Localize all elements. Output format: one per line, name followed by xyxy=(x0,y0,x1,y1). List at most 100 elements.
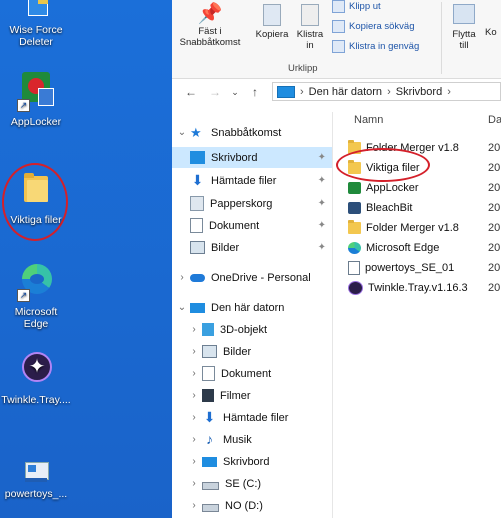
file-row[interactable]: powertoys_SE_01 20 xyxy=(348,258,501,278)
file-row[interactable]: Microsoft Edge 20 xyxy=(348,238,501,258)
nav-this-pc[interactable]: ⌄ Den här datorn xyxy=(172,297,332,318)
recent-dropdown-icon[interactable]: ⌄ xyxy=(228,87,242,98)
desktop-icon-label: powertoys_... xyxy=(4,488,68,500)
file-name: AppLocker xyxy=(366,182,419,194)
nav-item-3d-objects[interactable]: › 3D-objekt xyxy=(172,319,332,340)
nav-onedrive[interactable]: › OneDrive - Personal xyxy=(172,267,332,288)
nav-label: Papperskorg xyxy=(210,197,273,210)
nav-item-pc-downloads[interactable]: › ⬇ Hämtade filer xyxy=(172,407,332,428)
nav-item-drive-d[interactable]: › NO (D:) xyxy=(172,495,332,516)
pin-quick-access-button[interactable]: 📌 Fäst i Snabbåtkomst xyxy=(178,2,242,48)
desktop-icon xyxy=(202,456,217,467)
nav-item-pc-desktop[interactable]: › Skrivbord xyxy=(172,451,332,472)
nav-label: Dokument xyxy=(209,219,260,232)
chevron-right-icon[interactable]: › xyxy=(188,434,200,445)
desktop-icon-applocker[interactable]: ↗ AppLocker xyxy=(0,72,72,128)
up-icon[interactable]: ↑ xyxy=(248,85,262,99)
annotation-circle xyxy=(336,148,430,182)
nav-item-recycle-bin[interactable]: Papperskorg ✦ xyxy=(172,193,332,214)
address-bar[interactable]: › Den här datorn › Skrivbord › xyxy=(272,82,501,101)
breadcrumb-separator-icon: › xyxy=(387,85,391,98)
scissors-icon xyxy=(332,0,345,13)
nav-item-music[interactable]: › ♪ Musik xyxy=(172,429,332,450)
nav-item-documents[interactable]: Dokument ✦ xyxy=(172,215,332,236)
copy-to-button[interactable]: Ko xyxy=(485,27,501,38)
paste-label: Klistra xyxy=(296,29,324,40)
nav-label: Dokument xyxy=(221,367,272,380)
wise-force-deleter-icon xyxy=(16,0,56,20)
drive-icon xyxy=(202,503,219,512)
nav-item-pc-documents[interactable]: › Dokument xyxy=(172,363,332,384)
chevron-down-icon[interactable]: ⌄ xyxy=(176,127,188,138)
pin-icon[interactable]: ✦ xyxy=(318,242,326,253)
desktop-icon-microsoft-edge[interactable]: ↗ Microsoft Edge xyxy=(0,262,72,330)
nav-label: NO (D:) xyxy=(225,499,263,512)
nav-item-desktop[interactable]: Skrivbord ✦ xyxy=(172,147,332,168)
desktop-icon-wise-force-deleter[interactable]: Wise Force Deleter xyxy=(0,0,72,48)
chevron-right-icon[interactable]: › xyxy=(188,412,200,423)
paste-label: in xyxy=(306,40,314,51)
file-name: BleachBit xyxy=(366,202,413,214)
back-icon[interactable]: ← xyxy=(184,85,198,99)
chevron-right-icon[interactable]: › xyxy=(188,390,200,401)
pin-icon[interactable]: ✦ xyxy=(318,220,326,231)
nav-label: Skrivbord xyxy=(211,151,258,164)
copy-path-button[interactable]: Kopiera sökväg xyxy=(332,20,414,33)
chevron-right-icon[interactable]: › xyxy=(188,324,200,335)
installer-icon xyxy=(16,458,56,484)
nav-item-downloads[interactable]: ⬇ Hämtade filer ✦ xyxy=(172,170,332,191)
cut-button[interactable]: Klipp ut xyxy=(332,0,381,13)
document-icon xyxy=(190,218,203,233)
pin-icon[interactable]: ✦ xyxy=(318,152,326,163)
column-header-date[interactable]: Da xyxy=(488,114,501,126)
clipboard-group-label: Urklipp xyxy=(288,63,318,74)
chevron-down-icon[interactable]: ⌄ xyxy=(176,302,188,313)
column-header-name[interactable]: Namn xyxy=(354,114,383,126)
forward-icon[interactable]: → xyxy=(208,85,222,99)
chevron-right-icon[interactable]: › xyxy=(188,500,200,511)
pin-label: Fäst i xyxy=(198,26,222,37)
nav-label: Snabbåtkomst xyxy=(211,126,282,139)
nav-item-videos[interactable]: › Filmer xyxy=(172,385,332,406)
nav-item-pc-pictures[interactable]: › Bilder xyxy=(172,341,332,362)
nav-label: Den här datorn xyxy=(211,301,285,314)
file-date: 20 xyxy=(488,222,501,234)
file-row[interactable]: BleachBit 20 xyxy=(348,198,501,218)
file-row[interactable]: AppLocker 20 xyxy=(348,178,501,198)
desktop-icon-twinkle-tray[interactable]: ✦ Twinkle.Tray.... xyxy=(0,350,72,406)
chevron-right-icon[interactable]: › xyxy=(188,368,200,379)
chevron-right-icon[interactable]: › xyxy=(188,456,200,467)
file-date: 20 xyxy=(488,282,501,294)
music-icon: ♪ xyxy=(206,431,213,447)
desktop-icon-powertoys[interactable]: powertoys_... xyxy=(0,458,72,500)
copy-path-icon xyxy=(332,20,345,33)
navigation-bar: ← → ⌄ ↑ › Den här datorn › Skrivbord › xyxy=(172,79,501,105)
chevron-right-icon[interactable]: › xyxy=(188,478,200,489)
file-row[interactable]: Folder Merger v1.8 20 xyxy=(348,218,501,238)
nav-label: Hämtade filer xyxy=(223,411,289,424)
pictures-icon xyxy=(190,241,205,254)
paste-shortcut-button[interactable]: Klistra in genväg xyxy=(332,40,419,53)
nav-quick-access[interactable]: ⌄ ★ Snabbåtkomst xyxy=(172,122,332,143)
pin-icon[interactable]: ✦ xyxy=(318,198,326,209)
folder-icon xyxy=(348,220,361,234)
move-to-button[interactable]: Flytta till xyxy=(446,2,482,51)
desktop-icon-viktiga-filer[interactable]: Viktiga filer xyxy=(0,170,72,226)
desktop-icon-label: Deleter xyxy=(19,36,53,48)
paste-shortcut-icon xyxy=(332,40,345,53)
breadcrumb-desktop[interactable]: Skrivbord xyxy=(396,86,442,98)
breadcrumb-separator-icon: › xyxy=(300,85,304,98)
cut-label: Klipp ut xyxy=(349,1,381,12)
nav-item-pictures[interactable]: Bilder ✦ xyxy=(172,237,332,258)
paste-button[interactable]: Klistra in xyxy=(294,2,326,51)
breadcrumb-this-pc[interactable]: Den här datorn xyxy=(309,86,382,98)
breadcrumb-separator-icon: › xyxy=(447,85,451,98)
desktop-icon-label: Edge xyxy=(23,318,49,330)
copy-button[interactable]: Kopiera xyxy=(252,2,292,40)
nav-item-drive-c[interactable]: › SE (C:) xyxy=(172,473,332,494)
chevron-right-icon[interactable]: › xyxy=(176,272,188,283)
pin-icon[interactable]: ✦ xyxy=(318,175,326,186)
desktop: Wise Force Deleter ↗ AppLocker Viktiga f… xyxy=(0,0,172,518)
file-row[interactable]: Twinkle.Tray.v1.16.3 20 xyxy=(348,278,501,298)
chevron-right-icon[interactable]: › xyxy=(188,346,200,357)
